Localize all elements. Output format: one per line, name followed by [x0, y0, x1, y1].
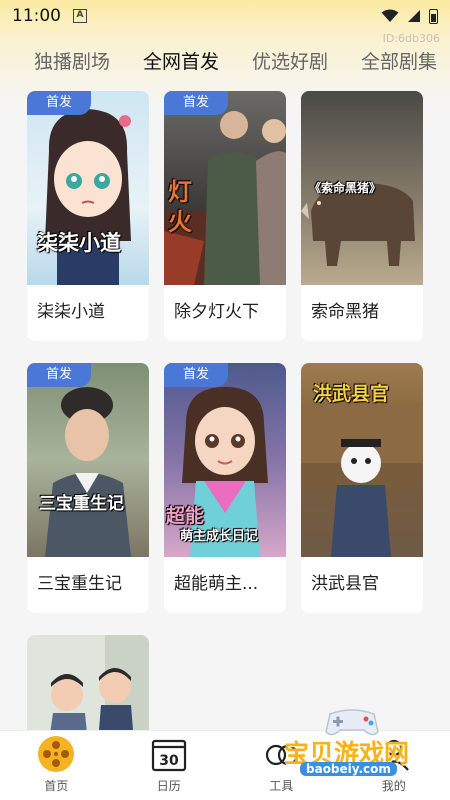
cover-title: 洪武县官	[313, 383, 390, 405]
watermark-url: baobeiy.com	[300, 762, 397, 776]
nav-label: 日历	[156, 779, 181, 793]
calendar-icon: 30	[151, 739, 186, 772]
drama-cover: 超能 萌主成长日记	[164, 363, 286, 557]
status-bar: 11:00 A	[0, 0, 450, 32]
tab-exclusive[interactable]: 独播剧场	[34, 47, 110, 74]
film-reel-icon	[38, 736, 75, 772]
drama-card[interactable]: 超能 萌主成长日记 首发 超能萌主...	[164, 363, 286, 613]
cover-title: 柒柒小道	[37, 231, 121, 255]
drama-card[interactable]: 洪武县官 洪武县官	[301, 363, 423, 613]
premiere-badge: 首发	[27, 91, 91, 115]
signal-icon	[408, 10, 420, 22]
drama-card[interactable]: 灯火 首发 除夕灯火下	[164, 91, 286, 341]
tab-all-series[interactable]: 全部剧集	[361, 47, 437, 74]
drama-cover: 灯火	[164, 91, 286, 285]
battery-icon	[429, 8, 438, 24]
cover-title: 灯火	[168, 178, 192, 236]
cover-subtitle: 萌主成长日记	[180, 529, 259, 544]
cover-title: 三宝重生记	[39, 494, 124, 514]
tab-featured[interactable]: 优选好剧	[252, 47, 328, 74]
drama-title: 超能萌主...	[174, 574, 259, 594]
premiere-badge: 首发	[27, 363, 91, 387]
nav-home[interactable]: 首页	[0, 731, 113, 800]
drama-cover: 柒柒小道	[27, 91, 149, 285]
drama-title: 除夕灯火下	[174, 302, 259, 322]
nav-label: 首页	[44, 779, 69, 793]
drama-cover: 三宝重生记	[27, 363, 149, 557]
status-time: 11:00	[12, 6, 61, 26]
drama-title: 三宝重生记	[37, 574, 122, 594]
drama-title: 柒柒小道	[37, 302, 105, 322]
category-tabs: 独播剧场 全网首发 优选好剧 全部剧集	[0, 44, 450, 76]
notification-icon: A	[73, 9, 87, 23]
tab-premiere[interactable]: 全网首发	[141, 47, 222, 74]
premiere-badge: 首发	[164, 91, 228, 115]
drama-card[interactable]: 《索命黑猪》 索命黑猪	[301, 91, 423, 341]
drama-title: 洪武县官	[311, 574, 379, 594]
drama-title: 索命黑猪	[311, 302, 379, 322]
cover-title: 超能	[166, 505, 205, 527]
calendar-day: 30	[159, 753, 179, 769]
drama-card[interactable]: 三宝重生记 首发 三宝重生记	[27, 363, 149, 613]
drama-card[interactable]: 柒柒小道 首发 柒柒小道	[27, 91, 149, 341]
wifi-icon	[381, 9, 399, 22]
watermark: 宝贝游戏网 baobeiy.com	[272, 700, 442, 790]
drama-cover: 洪武县官	[301, 363, 423, 557]
nav-calendar[interactable]: 30 日历	[113, 731, 226, 800]
drama-cover: 《索命黑猪》	[301, 91, 423, 285]
premiere-badge: 首发	[164, 363, 228, 387]
cover-title: 《索命黑猪》	[309, 181, 382, 195]
